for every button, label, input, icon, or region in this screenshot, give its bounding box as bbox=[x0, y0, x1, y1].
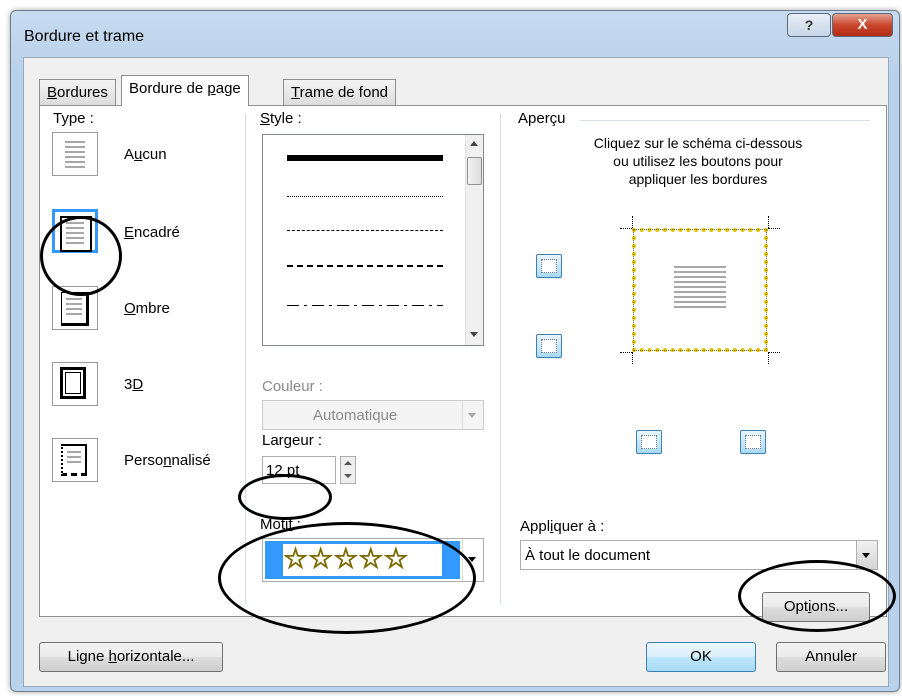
dialog-title: Bordure et trame bbox=[24, 28, 145, 45]
type-personnalise-label[interactable]: Personnalisé bbox=[124, 452, 211, 469]
preview-text-lines bbox=[674, 266, 726, 311]
corner-mark bbox=[768, 352, 780, 353]
annuler-button[interactable]: Annuler bbox=[776, 642, 886, 672]
largeur-spinner[interactable] bbox=[340, 456, 356, 484]
apercu-rule bbox=[580, 120, 870, 121]
type-aucun-label[interactable]: Aucun bbox=[124, 146, 167, 163]
border-preview[interactable] bbox=[620, 216, 780, 372]
couleur-select[interactable]: Automatique bbox=[262, 400, 484, 430]
chevron-down-icon bbox=[468, 557, 476, 562]
options-button[interactable]: Options... bbox=[762, 592, 870, 622]
appliquer-dropdown-button[interactable] bbox=[856, 541, 877, 569]
close-button[interactable]: X bbox=[832, 13, 893, 37]
scroll-down-icon[interactable] bbox=[470, 332, 478, 337]
corner-mark bbox=[632, 352, 634, 364]
style-list[interactable] bbox=[262, 134, 484, 346]
motif-stars: ☆☆☆☆☆ bbox=[283, 543, 442, 576]
type-aucun-icon[interactable] bbox=[52, 132, 98, 176]
tab-bordure-de-page[interactable]: Bordure de page bbox=[121, 75, 249, 106]
help-button[interactable]: ? bbox=[787, 13, 831, 37]
largeur-select[interactable]: 12 pt bbox=[262, 456, 336, 484]
ok-button[interactable]: OK bbox=[646, 642, 756, 672]
apercu-title: Aperçu bbox=[518, 110, 566, 127]
type-personnalise-icon[interactable] bbox=[52, 438, 98, 482]
type-3d-icon[interactable] bbox=[52, 362, 98, 406]
spin-up-icon[interactable] bbox=[344, 461, 352, 465]
border-top-button[interactable] bbox=[536, 254, 562, 278]
dialog-client: Bordures Bordure de page Trame de fond T… bbox=[23, 57, 889, 687]
separator-2 bbox=[500, 114, 501, 604]
type-3d-label[interactable]: 3D bbox=[124, 376, 143, 393]
style-option-solid[interactable] bbox=[287, 155, 443, 161]
couleur-label: Couleur : bbox=[262, 378, 323, 395]
separator-1 bbox=[245, 114, 246, 604]
style-option-dash-dot[interactable] bbox=[287, 305, 443, 306]
type-ombre-label[interactable]: Ombre bbox=[124, 300, 170, 317]
corner-mark bbox=[632, 216, 634, 228]
appliquer-value: À tout le document bbox=[525, 547, 651, 564]
ligne-horizontale-button[interactable]: Ligne horizontale... bbox=[39, 642, 223, 672]
style-label: Style : bbox=[260, 110, 302, 127]
appliquer-label: Appliquer à : bbox=[520, 518, 605, 535]
corner-mark bbox=[768, 216, 770, 228]
motif-selected: ☆☆☆☆☆ bbox=[265, 541, 460, 579]
apercu-instructions: Cliquez sur le schéma ci-dessous ou util… bbox=[593, 135, 803, 187]
largeur-label: Largeur : bbox=[262, 432, 323, 449]
type-encadre-icon[interactable] bbox=[52, 209, 98, 253]
motif-dropdown-button[interactable] bbox=[462, 539, 483, 581]
motif-select[interactable]: ☆☆☆☆☆ bbox=[262, 538, 484, 582]
motif-label: Motif : bbox=[260, 516, 301, 533]
chevron-down-icon bbox=[862, 553, 870, 558]
type-encadre-label[interactable]: Encadré bbox=[124, 224, 180, 241]
appliquer-select[interactable]: À tout le document bbox=[520, 540, 878, 570]
type-label: Type : bbox=[53, 110, 94, 127]
corner-mark bbox=[620, 228, 632, 229]
border-left-button[interactable] bbox=[636, 430, 662, 454]
corner-mark bbox=[620, 352, 632, 353]
type-ombre-icon[interactable] bbox=[52, 286, 98, 330]
title-bar: Bordure et trame ? X bbox=[11, 11, 899, 57]
style-option-dotted[interactable] bbox=[287, 196, 443, 197]
style-option-dashed-small[interactable] bbox=[287, 230, 443, 231]
largeur-value: 12 pt bbox=[266, 462, 300, 479]
border-bottom-button[interactable] bbox=[536, 334, 562, 358]
chevron-down-icon bbox=[468, 413, 476, 418]
dialog-window: Bordure et trame ? X Bordures Bordure de… bbox=[10, 10, 900, 692]
style-scrollbar[interactable] bbox=[465, 135, 483, 345]
couleur-value: Automatique bbox=[313, 407, 398, 424]
corner-mark bbox=[768, 352, 770, 364]
tab-trame-de-fond[interactable]: Trame de fond bbox=[283, 79, 396, 105]
corner-mark bbox=[768, 228, 780, 229]
scroll-up-icon[interactable] bbox=[470, 141, 478, 146]
tab-bordures[interactable]: Bordures bbox=[39, 79, 116, 105]
scroll-thumb[interactable] bbox=[467, 157, 482, 185]
style-option-dashed[interactable] bbox=[287, 265, 443, 267]
tab-panel: Type : Aucun Encadré Ombre 3D Personnali… bbox=[39, 105, 887, 622]
couleur-dropdown-button[interactable] bbox=[462, 401, 483, 429]
spin-down-icon[interactable] bbox=[344, 474, 352, 478]
border-right-button[interactable] bbox=[740, 430, 766, 454]
